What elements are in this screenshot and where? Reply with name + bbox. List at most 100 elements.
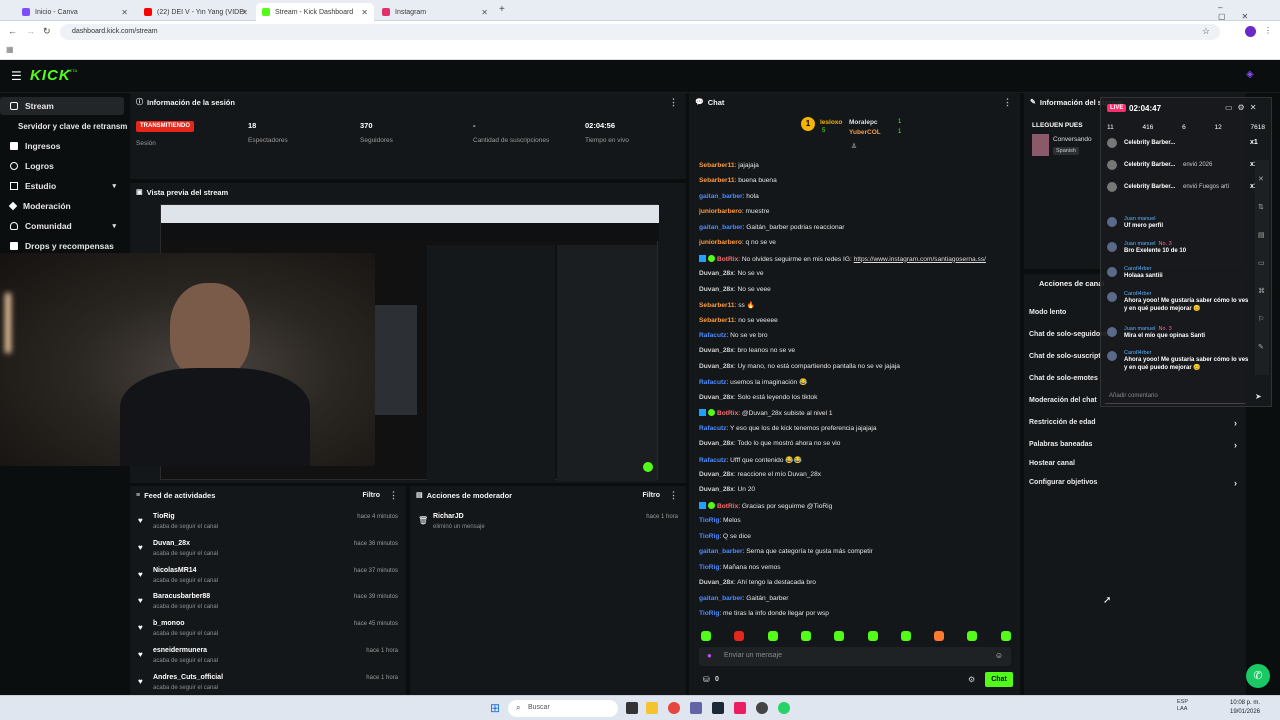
chat-message[interactable]: Duvan_28x: No se veee	[699, 286, 1014, 293]
emote-icon[interactable]	[767, 631, 778, 641]
chat-message[interactable]: gaitan_barber: hola	[699, 193, 1014, 200]
whatsapp-float-icon[interactable]: ✆	[1246, 664, 1270, 688]
chat-message[interactable]: TioRig: Mañana nos vemos	[699, 564, 1014, 571]
back-icon[interactable]: ←	[8, 26, 17, 36]
chat-username[interactable]: TioRig	[699, 533, 719, 540]
clock-date[interactable]: 19/01/2026	[1230, 709, 1260, 715]
user-menu-icon[interactable]: ◈	[1246, 69, 1254, 80]
chat-message[interactable]: TioRig: Q se dice	[699, 533, 1014, 540]
clock-time[interactable]: 10:08 p. m.	[1230, 700, 1260, 706]
browser-tab-canva[interactable]: Inicio - Canva ✕	[16, 3, 134, 21]
chat-username[interactable]: TioRig	[699, 610, 719, 617]
chat-message[interactable]: Sebarber11: no se veeeee	[699, 317, 1014, 324]
emote-icon[interactable]	[967, 631, 978, 641]
feed-row[interactable]: ♥ esneidermunera acaba de seguir el cana…	[138, 647, 398, 673]
chat-username[interactable]: BotRix	[717, 410, 738, 417]
browser-tab-youtube[interactable]: (22) DEI V - Yin Yang (VIDEO O ✕	[138, 3, 254, 21]
channel-action-item[interactable]: Restricción de edad ›	[1029, 418, 1241, 428]
chat-message[interactable]: juniorbarbero: q no se ve	[699, 239, 1014, 246]
chat-username[interactable]: Duvan_28x	[699, 486, 734, 493]
filter-button[interactable]: Filtro	[643, 492, 661, 499]
channel-action-item[interactable]: Configurar objetivos ›	[1029, 478, 1241, 488]
chat-username[interactable]: Rafacutz	[699, 457, 726, 464]
chat-message[interactable]: Sebarber11: ss 🔥	[699, 301, 1014, 309]
chat-message[interactable]: BotRix: Gracias por seguirme @TioRig	[699, 501, 1014, 510]
chat-username[interactable]: Duvan_28x	[699, 471, 734, 478]
chat-message[interactable]: Rafacutz: No se ve bro	[699, 332, 1014, 339]
emote-icon[interactable]	[800, 631, 811, 641]
chat-username[interactable]: Duvan_28x	[699, 270, 734, 277]
window-controls[interactable]: –▢✕	[1218, 3, 1280, 21]
feed-row[interactable]: ♥ b_monoo acaba de seguir el canal hace …	[138, 620, 398, 646]
chat-username[interactable]: Duvan_28x	[699, 440, 734, 447]
chat-input[interactable]: ● Enviar un mensaje ☺	[699, 647, 1011, 666]
close-icon[interactable]: ✕	[481, 8, 488, 17]
close-icon[interactable]: ✕	[121, 8, 128, 17]
channel-action-item[interactable]: Hostear canal	[1029, 460, 1241, 467]
chat-username[interactable]: BotRix	[717, 256, 738, 263]
chat-username[interactable]: Duvan_28x	[699, 394, 734, 401]
chat-username[interactable]: Rafacutz	[699, 425, 726, 432]
chat-username[interactable]: gaitan_barber	[699, 193, 743, 200]
apps-grid-icon[interactable]: ▦	[6, 45, 14, 54]
sidebar-item-estudio[interactable]: Estudio ▾	[0, 177, 124, 195]
sidebar-item-moderacion[interactable]: Moderación	[0, 197, 124, 215]
emoji-icon[interactable]: ☺	[995, 651, 1003, 660]
feed-row[interactable]: ♥ Duvan_28x acaba de seguir el canal hac…	[138, 540, 398, 566]
chat-message[interactable]: BotRix: @Duvan_28x subiste al nivel 1	[699, 409, 1014, 417]
chat-username[interactable]: juniorbarbero	[699, 208, 742, 215]
chat-username[interactable]: gaitan_barber	[699, 224, 743, 231]
emote-icon[interactable]	[1000, 631, 1011, 641]
feed-row[interactable]: ♥ TioRig acaba de seguir el canal hace 4…	[138, 513, 398, 539]
star-icon[interactable]: ☆	[1202, 26, 1210, 37]
channel-action-item[interactable]: Palabras baneadas ›	[1029, 440, 1241, 450]
expand-icon[interactable]: ≚	[851, 143, 857, 151]
emote-icon[interactable]	[701, 631, 711, 641]
chat-message[interactable]: Rafacutz: Ufff que contenido 😂😂	[699, 456, 1014, 464]
chat-message[interactable]: Duvan_28x: Solo está leyendo los tiktok	[699, 394, 1014, 401]
overlay-window-controls[interactable]: ▭⚙✕	[1225, 103, 1261, 112]
emote-icon[interactable]	[734, 631, 745, 641]
forward-icon[interactable]: →	[26, 26, 35, 36]
discord-icon[interactable]	[690, 702, 702, 714]
chat-username[interactable]: Duvan_28x	[699, 286, 734, 293]
chat-username[interactable]: Sebarber11	[699, 317, 735, 324]
more-icon[interactable]: ⋮	[669, 490, 678, 501]
keyboard-language[interactable]: ESP LAA	[1177, 699, 1188, 713]
chat-message[interactable]: Sebarber11: buena buena	[699, 177, 1014, 184]
chat-message[interactable]: Duvan_28x: Un 20	[699, 486, 1014, 493]
chat-message[interactable]: Duvan_28x: No se ve	[699, 270, 1014, 277]
chat-message[interactable]: Duvan_28x: Ahí tengo la destacada bro	[699, 579, 1014, 586]
close-icon[interactable]: ✕	[241, 8, 248, 17]
chat-message[interactable]: Duvan_28x: Uy mano, no está compartiendo…	[699, 363, 1014, 370]
more-icon[interactable]: ⋮	[1003, 97, 1012, 108]
toolbar-icons[interactable]: ✕ ⇅ ▤ ▭ ⌘ ⚐ ✎	[1258, 166, 1265, 362]
chat-message[interactable]: TioRig: Melos	[699, 517, 1014, 524]
mic-icon[interactable]: ●	[707, 651, 712, 660]
chat-username[interactable]: Duvan_28x	[699, 347, 734, 354]
feed-row[interactable]: ♥ NicolasMR14 acaba de seguir el canal h…	[138, 567, 398, 593]
emote-icon[interactable]	[900, 631, 911, 641]
chat-username[interactable]: Sebarber11	[699, 177, 735, 184]
obs-icon[interactable]	[756, 702, 768, 714]
new-tab-button[interactable]: +	[499, 4, 505, 15]
sidebar-item-ingresos[interactable]: Ingresos	[0, 137, 124, 155]
chat-message[interactable]: gaitan_barber: Gaitán_barber	[699, 595, 1014, 602]
windows-start-icon[interactable]: ⊞	[490, 701, 500, 715]
chat-link[interactable]: https://www.instagram.com/santiagoserna.…	[854, 256, 986, 263]
emote-icon[interactable]	[934, 631, 945, 641]
close-icon[interactable]: ✕	[361, 8, 368, 17]
feed-row[interactable]: ♥ Baracusbarber88 acaba de seguir el can…	[138, 593, 398, 619]
chat-username[interactable]: Rafacutz	[699, 332, 726, 339]
sidebar-item-comunidad[interactable]: Comunidad ▾	[0, 217, 124, 235]
chat-message[interactable]: gaitan_barber: Gaitán_barber podrias rea…	[699, 224, 1014, 231]
steam-icon[interactable]	[712, 702, 724, 714]
chat-message[interactable]: gaitan_barber: Serna que categoría te gu…	[699, 548, 1014, 555]
chat-username[interactable]: gaitan_barber	[699, 548, 743, 555]
chat-message[interactable]: Rafacutz: usemos la imaginación 😂	[699, 378, 1014, 386]
chat-username[interactable]: TioRig	[699, 564, 719, 571]
emote-icon[interactable]	[834, 631, 845, 641]
browser-tab-kick[interactable]: Stream - Kick Dashboard ✕	[256, 3, 374, 21]
send-arrow-icon[interactable]: ➤	[1255, 392, 1262, 401]
mod-row[interactable]: 🗑 RicharJD eliminó un mensaje hace 1 hor…	[418, 513, 678, 539]
